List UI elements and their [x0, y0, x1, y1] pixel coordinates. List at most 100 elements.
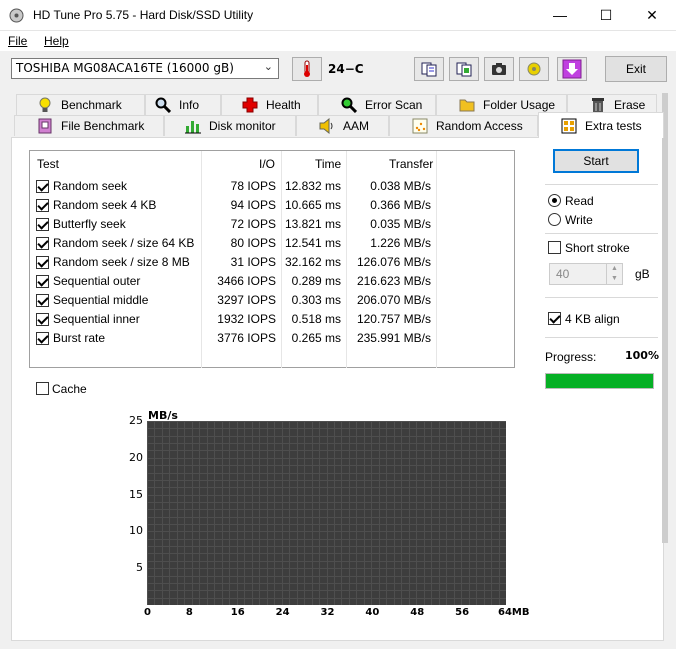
test-io: 80 IOPS — [230, 236, 276, 250]
minimize-button[interactable]: — — [537, 0, 583, 30]
test-checkbox[interactable] — [36, 237, 49, 250]
read-radio[interactable] — [548, 194, 561, 207]
y-tick-label: 20 — [129, 450, 143, 464]
tab-benchmark-label: Benchmark — [61, 98, 122, 112]
test-time: 12.541 ms — [284, 236, 341, 250]
test-transfer: 120.757 MB/s — [356, 312, 431, 326]
menu-help[interactable]: Help — [44, 34, 69, 48]
temperature-button[interactable] — [292, 57, 322, 81]
align-label: 4 KB align — [565, 312, 620, 326]
table-row[interactable]: Sequential outer 3466 IOPS 0.289 ms 216.623… — [30, 272, 514, 291]
save-button[interactable] — [557, 57, 587, 81]
y-tick-label: 10 — [129, 524, 143, 538]
x-tick-label: 8 — [185, 607, 193, 618]
scatter-icon — [412, 118, 428, 134]
table-row[interactable]: Sequential middle 3297 IOPS 0.303 ms 206.07… — [30, 291, 514, 310]
header-transfer[interactable]: Transfer — [389, 157, 433, 171]
table-row[interactable]: Butterfly seek 72 IOPS 13.821 ms 0.035 MB/s — [30, 215, 514, 234]
x-tick-label: 24 — [275, 607, 290, 618]
header-test[interactable]: Test — [37, 157, 59, 171]
tab-disk-monitor-label: Disk monitor — [209, 119, 276, 133]
x-tick-label: 32 — [320, 607, 335, 618]
tab-aam-label: AAM — [343, 119, 370, 133]
copy-results-button[interactable] — [449, 57, 479, 81]
test-checkbox[interactable] — [36, 180, 49, 193]
short-stroke-unit: gB — [635, 267, 650, 281]
header-time[interactable]: Time — [315, 157, 341, 171]
tab-error-scan[interactable]: Error Scan — [318, 94, 436, 115]
test-name: Random seek / size 64 KB — [53, 236, 195, 250]
test-checkbox[interactable] — [36, 256, 49, 269]
test-io: 3466 IOPS — [217, 274, 276, 288]
results-table: Test I/O Time Transfer Random seek 78 IOP… — [29, 150, 515, 368]
thermometer-icon — [304, 60, 310, 77]
test-checkbox[interactable] — [36, 275, 49, 288]
progress-label: Progress: — [545, 350, 597, 364]
test-name: Sequential outer — [53, 274, 141, 288]
progress-value: 100% — [625, 349, 659, 362]
close-button[interactable]: ✕ — [629, 0, 675, 30]
vertical-scrollbar[interactable] — [660, 93, 669, 543]
table-row[interactable]: Random seek / size 8 MB 31 IOPS 32.162 ms 1… — [30, 253, 514, 272]
test-io: 31 IOPS — [230, 255, 276, 269]
tab-health[interactable]: Health — [221, 94, 318, 115]
y-tick-label: 25 — [129, 414, 143, 427]
header-io[interactable]: I/O — [259, 157, 275, 171]
y-tick-label: 15 — [129, 487, 143, 501]
screenshot-button[interactable] — [484, 57, 514, 81]
options-button[interactable] — [519, 57, 549, 81]
start-button[interactable]: Start — [553, 149, 639, 173]
menu-file[interactable]: File — [8, 34, 27, 48]
test-transfer: 206.070 MB/s — [356, 293, 431, 307]
tab-file-benchmark[interactable]: File Benchmark — [14, 115, 164, 136]
maximize-button[interactable]: ☐ — [583, 0, 629, 30]
scrollbar-thumb[interactable] — [662, 93, 668, 543]
table-row[interactable]: Random seek 78 IOPS 12.832 ms 0.038 MB/s — [30, 177, 514, 196]
read-label: Read — [565, 194, 594, 208]
test-time: 12.832 ms — [284, 179, 341, 193]
drive-select[interactable]: TOSHIBA MG08ACA16TE (16000 gB) ⌄ — [11, 58, 279, 79]
write-radio[interactable] — [548, 213, 561, 226]
magnifier-icon — [341, 97, 357, 113]
table-row[interactable]: Random seek / size 64 KB 80 IOPS 12.541 ms… — [30, 234, 514, 253]
tab-disk-monitor[interactable]: Disk monitor — [164, 115, 296, 136]
tab-file-benchmark-label: File Benchmark — [61, 119, 145, 133]
test-io: 78 IOPS — [230, 179, 276, 193]
red-cross-icon — [242, 97, 258, 113]
table-row[interactable]: Sequential inner 1932 IOPS 0.518 ms 120.757… — [30, 310, 514, 329]
spinner-arrows-icon[interactable]: ▲ ▼ — [606, 264, 622, 284]
test-checkbox[interactable] — [36, 218, 49, 231]
test-name: Burst rate — [53, 331, 106, 345]
exit-button[interactable]: Exit — [605, 56, 667, 82]
test-transfer: 216.623 MB/s — [356, 274, 431, 288]
align-checkbox[interactable] — [548, 312, 561, 325]
copy-text-button[interactable] — [414, 57, 444, 81]
test-time: 0.518 ms — [291, 312, 341, 326]
tab-info[interactable]: Info — [145, 94, 221, 115]
test-time: 0.265 ms — [291, 331, 341, 345]
table-row[interactable]: Random seek 4 KB 94 IOPS 10.665 ms 0.366 MB… — [30, 196, 514, 215]
speaker-icon — [319, 118, 335, 134]
test-checkbox[interactable] — [36, 332, 49, 345]
tab-benchmark[interactable]: Benchmark — [16, 94, 145, 115]
divider — [545, 297, 658, 298]
drive-select-value: TOSHIBA MG08ACA16TE (16000 gB) — [16, 61, 234, 75]
test-checkbox[interactable] — [36, 313, 49, 326]
short-stroke-spinner[interactable]: 40 ▲ ▼ — [549, 263, 623, 285]
tab-random-access[interactable]: Random Access — [389, 115, 538, 136]
test-checkbox[interactable] — [36, 199, 49, 212]
folder-icon — [459, 97, 475, 113]
table-row[interactable]: Burst rate 3776 IOPS 0.265 ms 235.991 MB/s — [30, 329, 514, 348]
test-time: 0.303 ms — [291, 293, 341, 307]
tab-extra-tests-label: Extra tests — [585, 118, 642, 133]
test-checkbox[interactable] — [36, 294, 49, 307]
tab-health-label: Health — [266, 98, 301, 112]
test-name: Butterfly seek — [53, 217, 126, 231]
test-transfer: 235.991 MB/s — [356, 331, 431, 345]
cache-checkbox[interactable] — [36, 382, 49, 395]
short-stroke-checkbox[interactable] — [548, 241, 561, 254]
test-transfer: 0.038 MB/s — [370, 179, 431, 193]
tab-extra-tests[interactable]: Extra tests — [538, 112, 664, 138]
tab-aam[interactable]: AAM — [296, 115, 389, 136]
menu-file-label: File — [8, 34, 28, 48]
